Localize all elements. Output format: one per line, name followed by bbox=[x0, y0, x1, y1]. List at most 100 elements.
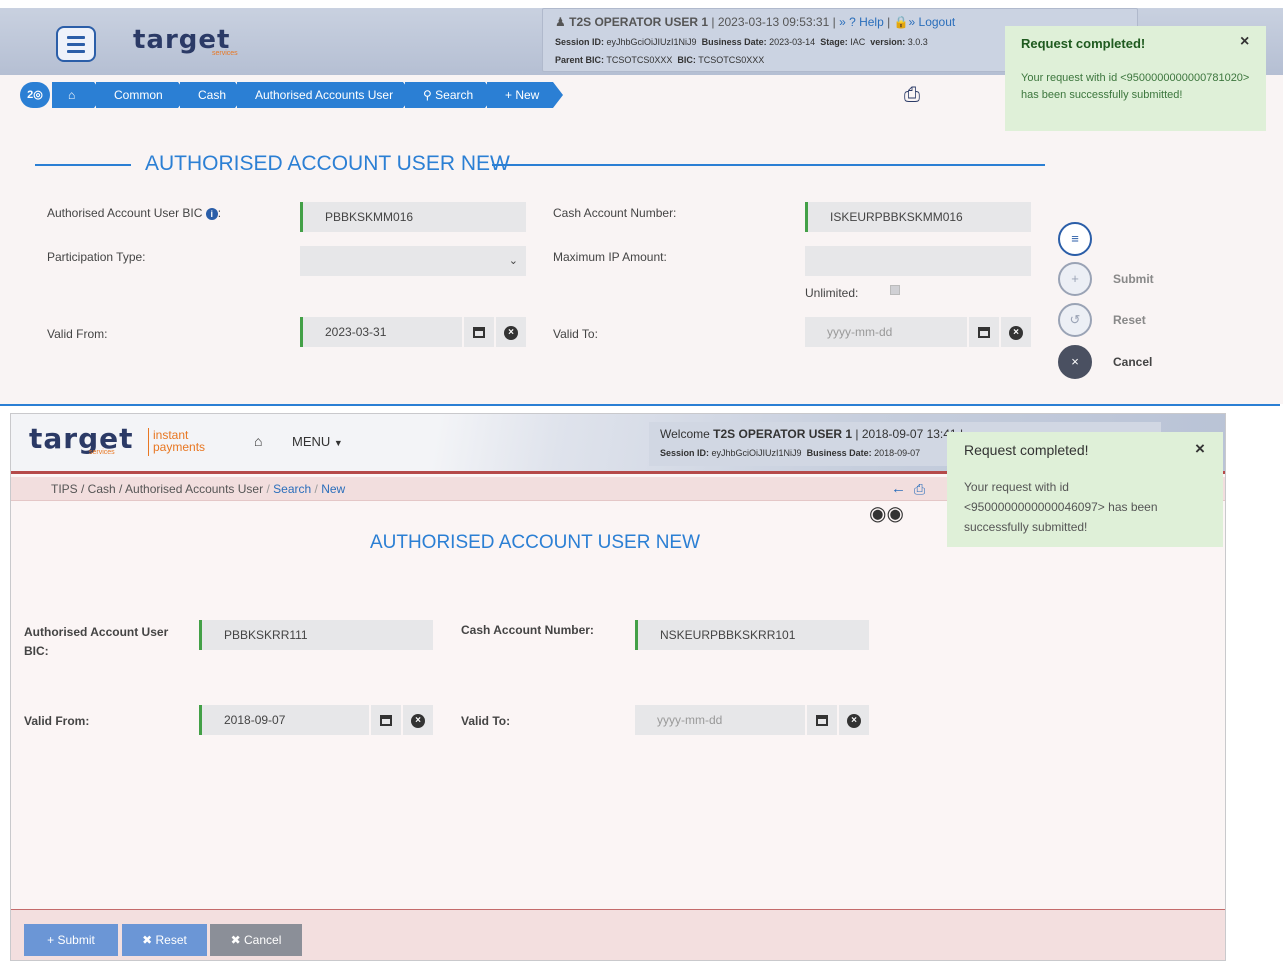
clear-date-icon[interactable]: × bbox=[496, 317, 526, 347]
bic-field[interactable]: PBBKSKMM016 bbox=[300, 202, 526, 232]
reset-button[interactable]: ↺ bbox=[1058, 303, 1092, 337]
max-ip-amount-field[interactable] bbox=[805, 246, 1031, 276]
logo-product: instant payments bbox=[153, 428, 206, 454]
bic-field-label: Authorised Account User BIC: bbox=[24, 625, 169, 658]
business-date-label: Business Date: bbox=[701, 37, 767, 47]
breadcrumb-new[interactable]: New bbox=[321, 482, 345, 496]
valid-to-label: Valid To: bbox=[553, 327, 598, 341]
cash-account-field[interactable]: ISKEURPBBKSKMM016 bbox=[805, 202, 1031, 232]
version-value: 3.0.3 bbox=[907, 37, 928, 47]
calendar-icon[interactable] bbox=[464, 317, 494, 347]
search-icon: ⚲ bbox=[423, 88, 432, 102]
reset-label: Reset bbox=[1113, 313, 1146, 327]
session-value: eyJhbGciOiJIUzI1NiJ9 bbox=[711, 448, 802, 458]
session-label: Session ID: bbox=[660, 448, 710, 458]
valid-from-field[interactable]: 2023-03-31 bbox=[300, 317, 462, 347]
page-title: AUTHORISED ACCOUNT USER NEW bbox=[145, 152, 510, 175]
datetime: | 2023-03-13 09:53:31 | bbox=[711, 15, 836, 29]
submit-button[interactable]: + bbox=[1058, 262, 1092, 296]
print-icon[interactable]: ⎙ bbox=[914, 477, 925, 501]
clear-date-icon[interactable]: × bbox=[839, 705, 869, 735]
footer-actions: + Submit ✖ Reset ✖ Cancel bbox=[11, 909, 1225, 960]
home-icon[interactable]: ⌂ bbox=[254, 433, 262, 449]
divider bbox=[0, 404, 1280, 406]
breadcrumb-cash[interactable]: Cash bbox=[180, 82, 245, 108]
caret-down-icon: ▼ bbox=[333, 438, 343, 448]
valid-to-label: Valid To: bbox=[461, 714, 511, 728]
toast-title: Request completed! bbox=[1021, 36, 1146, 51]
help-link[interactable]: » ? Help bbox=[839, 15, 884, 29]
submit-button[interactable]: + Submit bbox=[24, 924, 118, 956]
breadcrumb-separator: / bbox=[266, 482, 270, 496]
bic-label: BIC: bbox=[677, 55, 696, 65]
unlimited-checkbox[interactable] bbox=[890, 285, 900, 295]
breadcrumb-separator: / bbox=[314, 482, 318, 496]
bottom-screen: target services instant payments ⌂ MENU … bbox=[10, 413, 1226, 961]
close-icon[interactable]: × bbox=[1195, 439, 1205, 459]
list-icon[interactable]: ≡ bbox=[1058, 222, 1092, 256]
cash-account-field[interactable]: NSKEURPBBKSKRR101 bbox=[635, 620, 869, 650]
success-toast: Request completed! × Your request with i… bbox=[1005, 26, 1266, 131]
toast-title: Request completed! bbox=[964, 442, 1089, 458]
parent-bic-value: TCSOTCS0XXX bbox=[606, 55, 673, 65]
cash-account-label: Cash Account Number: bbox=[553, 206, 677, 220]
bic-field-label: Authorised Account User BIC i: bbox=[47, 206, 222, 220]
unlimited-label: Unlimited: bbox=[805, 286, 859, 300]
separator: | bbox=[887, 15, 891, 29]
version-label: version: bbox=[870, 37, 906, 47]
participation-type-select[interactable]: ⌄ bbox=[300, 246, 526, 276]
breadcrumb-new[interactable]: + New bbox=[487, 82, 563, 108]
valid-from-label: Valid From: bbox=[24, 714, 90, 728]
close-icon[interactable]: × bbox=[1240, 33, 1249, 51]
hamburger-menu-button[interactable] bbox=[56, 26, 96, 62]
cancel-button[interactable]: ✖ Cancel bbox=[210, 924, 302, 956]
breadcrumb-path[interactable]: TIPS / Cash / Authorised Accounts User bbox=[11, 482, 263, 496]
eye-icon[interactable]: ◉◉ bbox=[869, 501, 904, 526]
user-icon: ♟ bbox=[555, 15, 566, 29]
business-date-value: 2023-03-14 bbox=[769, 37, 816, 47]
welcome-text: Welcome bbox=[660, 427, 710, 441]
cash-account-label: Cash Account Number: bbox=[461, 623, 594, 637]
participation-type-label: Participation Type: bbox=[47, 250, 146, 264]
printer-icon[interactable]: ⎙ bbox=[904, 84, 920, 107]
page-title: AUTHORISED ACCOUNT USER NEW bbox=[369, 532, 701, 553]
user-name: T2S OPERATOR USER 1 bbox=[713, 427, 853, 441]
stage-value: IAC bbox=[850, 37, 866, 47]
session-value: eyJhbGciOiJIUzI1NiJ9 bbox=[606, 37, 697, 47]
info-icon[interactable]: i bbox=[205, 208, 218, 220]
calendar-icon[interactable] bbox=[371, 705, 401, 735]
breadcrumb-authorised-accounts-user[interactable]: Authorised Accounts User bbox=[237, 82, 413, 108]
toast-message: Your request with id <950000000000004609… bbox=[964, 480, 1158, 534]
logo: target bbox=[29, 422, 134, 455]
business-date-value: 2018-09-07 bbox=[874, 448, 921, 458]
back-arrow-icon[interactable]: ← bbox=[891, 477, 906, 501]
history-badge[interactable]: 2◎ bbox=[20, 82, 50, 108]
valid-from-field[interactable]: 2018-09-07 bbox=[199, 705, 369, 735]
logout-link[interactable]: 🔒» Logout bbox=[894, 15, 956, 29]
title-rule-left bbox=[35, 164, 131, 166]
clear-date-icon[interactable]: × bbox=[403, 705, 433, 735]
breadcrumb-home[interactable]: ⌂ bbox=[52, 82, 104, 108]
logo-subtitle: services bbox=[89, 449, 115, 456]
bic-field[interactable]: PBBKSKRR111 bbox=[199, 620, 433, 650]
max-ip-amount-label: Maximum IP Amount: bbox=[553, 250, 667, 264]
breadcrumb-search[interactable]: Search bbox=[273, 482, 311, 496]
valid-to-field[interactable]: yyyy-mm-dd bbox=[635, 705, 805, 735]
breadcrumb-search[interactable]: ⚲ Search bbox=[405, 82, 495, 108]
lock-icon: 🔒 bbox=[893, 15, 909, 29]
valid-from-label: Valid From: bbox=[47, 327, 108, 341]
cancel-button[interactable]: × bbox=[1058, 345, 1092, 379]
cancel-label: Cancel bbox=[1113, 355, 1153, 369]
calendar-icon[interactable] bbox=[969, 317, 999, 347]
calendar-icon[interactable] bbox=[807, 705, 837, 735]
menu-button[interactable]: MENU ▼ bbox=[292, 434, 343, 449]
valid-to-field[interactable]: yyyy-mm-dd bbox=[805, 317, 967, 347]
breadcrumb-common[interactable]: Common bbox=[96, 82, 188, 108]
stage-label: Stage: bbox=[820, 37, 848, 47]
session-label: Session ID: bbox=[555, 37, 605, 47]
top-screen: target services ♟ T2S OPERATOR USER 1 | … bbox=[0, 0, 1283, 404]
logo-subtitle: services bbox=[212, 50, 238, 57]
user-name: T2S OPERATOR USER 1 bbox=[569, 15, 709, 29]
clear-date-icon[interactable]: × bbox=[1001, 317, 1031, 347]
reset-button[interactable]: ✖ Reset bbox=[122, 924, 207, 956]
